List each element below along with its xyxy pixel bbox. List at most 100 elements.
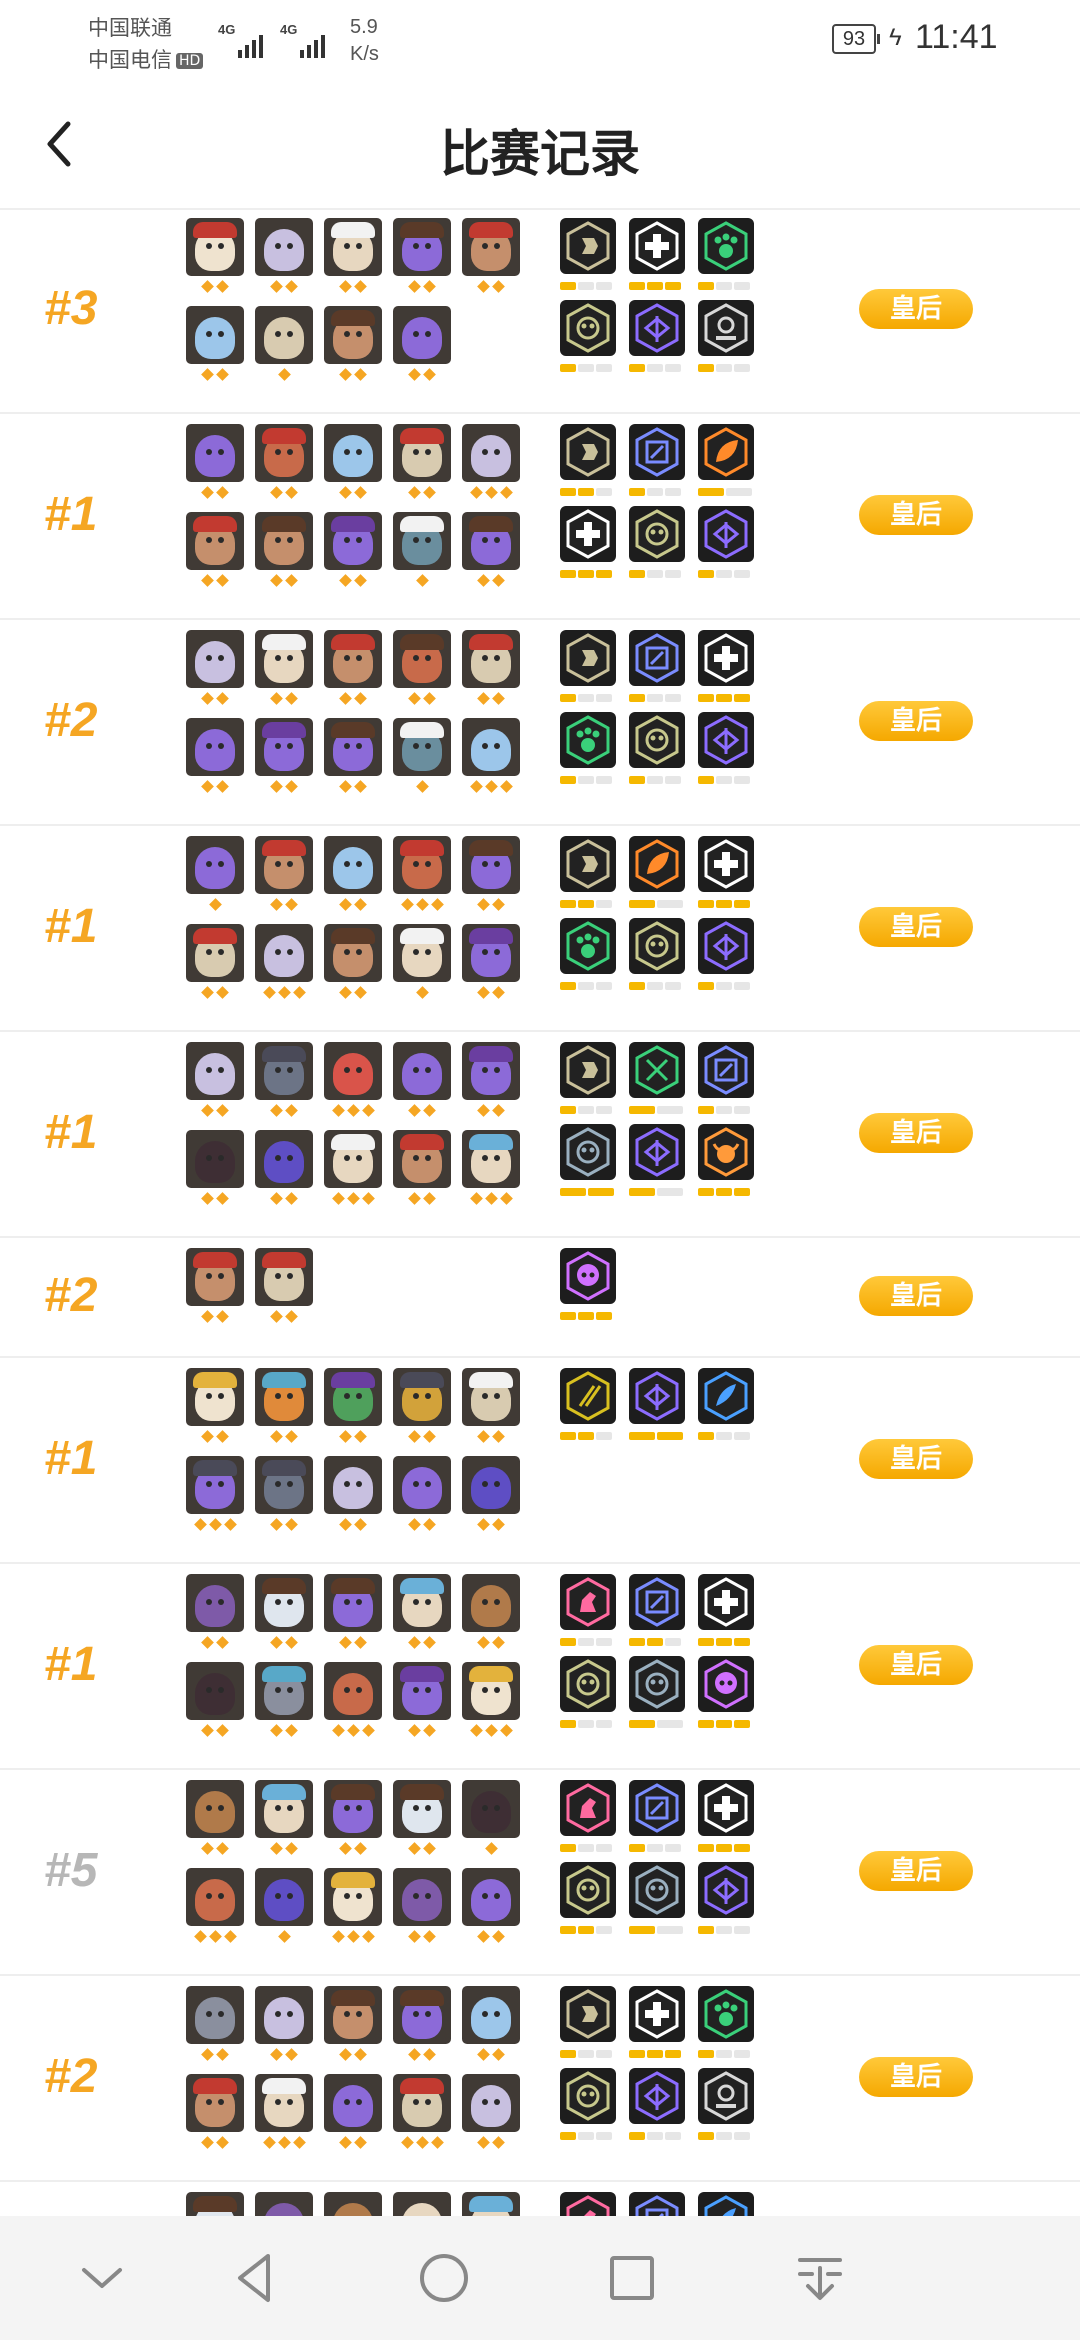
bull-icon[interactable] xyxy=(698,1124,754,1180)
claw-icon[interactable] xyxy=(560,1862,616,1918)
download-icon[interactable] xyxy=(788,2246,852,2310)
claw-icon[interactable] xyxy=(560,1124,616,1180)
match-row[interactable]: #1 皇后 xyxy=(0,414,1080,620)
claw-icon[interactable] xyxy=(560,300,616,356)
leaf-icon[interactable] xyxy=(698,424,754,480)
unit-portrait[interactable] xyxy=(324,1868,382,1926)
unit-portrait[interactable] xyxy=(324,512,382,570)
unit-portrait[interactable] xyxy=(462,1042,520,1100)
unit-portrait[interactable] xyxy=(255,306,313,364)
unit-portrait[interactable] xyxy=(462,1986,520,2044)
unit-portrait[interactable] xyxy=(186,1456,244,1514)
leaf-icon[interactable] xyxy=(629,836,685,892)
scroll-icon[interactable] xyxy=(629,424,685,480)
unit-portrait[interactable] xyxy=(393,1662,451,1720)
unit-portrait[interactable] xyxy=(393,924,451,982)
unit-portrait[interactable] xyxy=(186,1662,244,1720)
unit-portrait[interactable] xyxy=(462,630,520,688)
match-row[interactable]: #2 皇后 xyxy=(0,1976,1080,2182)
unit-portrait[interactable] xyxy=(393,1130,451,1188)
fish-icon[interactable] xyxy=(629,1368,685,1424)
unit-portrait[interactable] xyxy=(324,306,382,364)
fish-icon[interactable] xyxy=(698,712,754,768)
axe-icon[interactable] xyxy=(560,1986,616,2042)
unit-portrait[interactable] xyxy=(186,1986,244,2044)
unit-portrait[interactable] xyxy=(186,1868,244,1926)
unit-portrait[interactable] xyxy=(324,1780,382,1838)
home-circle-icon[interactable] xyxy=(412,2246,476,2310)
scroll-icon[interactable] xyxy=(629,1780,685,1836)
cross-icon[interactable] xyxy=(629,1986,685,2042)
unit-portrait[interactable] xyxy=(462,1368,520,1426)
unit-portrait[interactable] xyxy=(255,2074,313,2132)
unit-portrait[interactable] xyxy=(462,2192,520,2216)
unit-portrait[interactable] xyxy=(393,836,451,894)
fish-icon[interactable] xyxy=(698,1862,754,1918)
unit-portrait[interactable] xyxy=(324,1042,382,1100)
match-row[interactable] xyxy=(0,2182,1080,2216)
axe-icon[interactable] xyxy=(560,218,616,274)
fish-icon[interactable] xyxy=(629,300,685,356)
unit-portrait[interactable] xyxy=(462,1574,520,1632)
unit-portrait[interactable] xyxy=(462,836,520,894)
axe-icon[interactable] xyxy=(560,836,616,892)
match-row[interactable]: #5 皇后 xyxy=(0,1770,1080,1976)
unit-portrait[interactable] xyxy=(255,1130,313,1188)
unit-portrait[interactable] xyxy=(462,218,520,276)
unit-portrait[interactable] xyxy=(393,1368,451,1426)
unit-portrait[interactable] xyxy=(255,836,313,894)
unit-portrait[interactable] xyxy=(324,718,382,776)
fish-icon[interactable] xyxy=(698,918,754,974)
unit-portrait[interactable] xyxy=(186,1574,244,1632)
scroll-icon[interactable] xyxy=(698,1042,754,1098)
claw-icon[interactable] xyxy=(629,1862,685,1918)
match-row[interactable]: #3 皇后 xyxy=(0,208,1080,414)
unit-portrait[interactable] xyxy=(462,1780,520,1838)
skull-icon[interactable] xyxy=(560,1248,616,1304)
axe-icon[interactable] xyxy=(560,424,616,480)
unit-portrait[interactable] xyxy=(255,1662,313,1720)
unit-portrait[interactable] xyxy=(393,1780,451,1838)
unit-portrait[interactable] xyxy=(324,630,382,688)
unit-portrait[interactable] xyxy=(186,424,244,482)
fish-icon[interactable] xyxy=(698,506,754,562)
claw-icon[interactable] xyxy=(629,918,685,974)
unit-portrait[interactable] xyxy=(186,630,244,688)
claw-icon[interactable] xyxy=(629,1656,685,1712)
match-row[interactable]: #2 皇后 xyxy=(0,620,1080,826)
unit-portrait[interactable] xyxy=(324,1574,382,1632)
unit-portrait[interactable] xyxy=(255,630,313,688)
unit-portrait[interactable] xyxy=(255,924,313,982)
unit-portrait[interactable] xyxy=(462,1868,520,1926)
ring-icon[interactable] xyxy=(698,2068,754,2124)
unit-portrait[interactable] xyxy=(324,1368,382,1426)
unit-portrait[interactable] xyxy=(324,924,382,982)
unit-portrait[interactable] xyxy=(324,1662,382,1720)
feather-icon[interactable] xyxy=(698,2192,754,2216)
cross-icon[interactable] xyxy=(560,506,616,562)
unit-portrait[interactable] xyxy=(255,218,313,276)
paw-icon[interactable] xyxy=(698,218,754,274)
unit-portrait[interactable] xyxy=(393,718,451,776)
unit-portrait[interactable] xyxy=(186,2192,244,2216)
unit-portrait[interactable] xyxy=(186,218,244,276)
unit-portrait[interactable] xyxy=(393,1042,451,1100)
skull-icon[interactable] xyxy=(698,1656,754,1712)
unit-portrait[interactable] xyxy=(186,1248,244,1306)
unit-portrait[interactable] xyxy=(393,1574,451,1632)
unit-portrait[interactable] xyxy=(255,1868,313,1926)
unit-portrait[interactable] xyxy=(462,1130,520,1188)
claw-icon[interactable] xyxy=(560,2068,616,2124)
chevron-down-icon[interactable] xyxy=(70,2246,134,2310)
unit-portrait[interactable] xyxy=(462,1662,520,1720)
unit-portrait[interactable] xyxy=(393,218,451,276)
unit-portrait[interactable] xyxy=(255,1986,313,2044)
recents-square-icon[interactable] xyxy=(600,2246,664,2310)
unit-portrait[interactable] xyxy=(186,1368,244,1426)
unit-portrait[interactable] xyxy=(186,718,244,776)
cross-icon[interactable] xyxy=(698,1780,754,1836)
unit-portrait[interactable] xyxy=(255,424,313,482)
unit-portrait[interactable] xyxy=(186,2074,244,2132)
unit-portrait[interactable] xyxy=(462,512,520,570)
unit-portrait[interactable] xyxy=(324,836,382,894)
